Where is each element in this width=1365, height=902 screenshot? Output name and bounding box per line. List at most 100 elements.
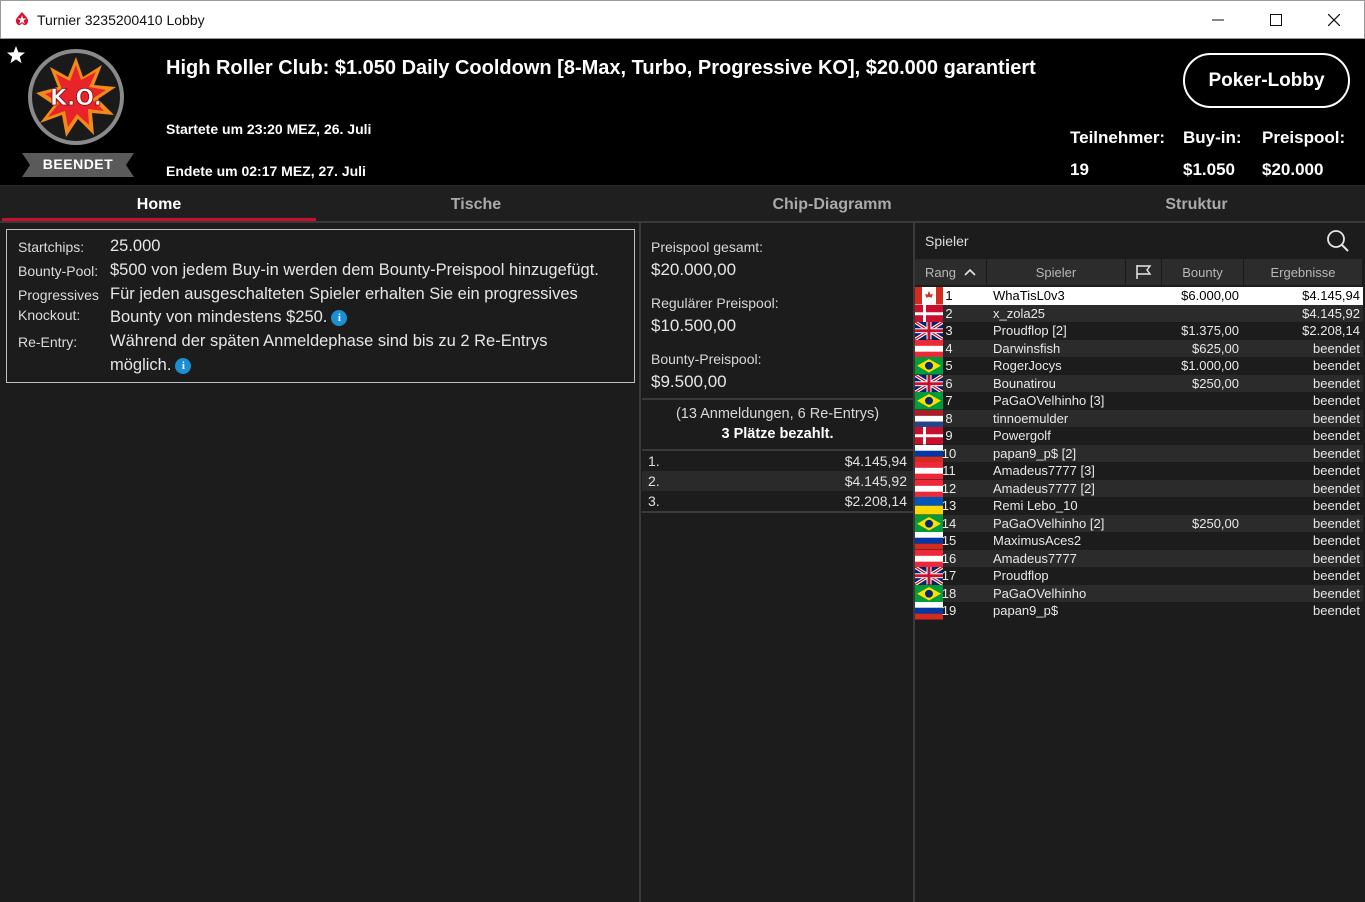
column-bounty[interactable]: Bounty (1162, 259, 1244, 285)
prizepool-regular-label: Regulärer Preispool: (651, 295, 779, 311)
player-result: $4.145,92 (1302, 305, 1360, 321)
player-row[interactable]: 5 RogerJocys $1.000,00 beendet (915, 357, 1363, 375)
player-rank: 12 (941, 480, 957, 496)
tournament-info-box: Startchips: 25.000 Bounty-Pool: $500 von… (6, 229, 635, 383)
participants-label: Teilnehmer: (1070, 128, 1166, 147)
pko-value-line2: Bounty von mindestens $250. i (110, 308, 348, 327)
player-row[interactable]: 18 PaGaOVelhinho beendet (915, 584, 1363, 602)
column-rank-label: Rang (924, 264, 957, 280)
info-icon[interactable]: i (331, 310, 348, 326)
payout-bottom-separator (642, 511, 913, 513)
player-row[interactable]: 6 Bounatirou $250,00 beendet (914, 373, 1363, 394)
paid-places: 3 Plätze bezahlt. (721, 426, 834, 442)
maximize-button[interactable] (1247, 1, 1305, 39)
player-result: beendet (1313, 410, 1360, 426)
payout-row: 1. $4.145,94 (642, 451, 913, 471)
player-row[interactable]: 16 Amadeus7777 beendet (915, 549, 1363, 567)
player-row[interactable]: 12 Amadeus7777 [2] beendet (915, 479, 1363, 497)
player-row[interactable]: 10 papan9_p$ [2] beendet (915, 444, 1363, 462)
reentry-value-text: möglich. (110, 356, 172, 374)
entries-summary: (13 Anmeldungen, 6 Re-Entrys) (675, 406, 880, 422)
reentry-label: Re-Entry: (18, 334, 78, 350)
player-row[interactable]: 11 Amadeus7777 [3] beendet (915, 462, 1363, 480)
tab-chip-chart[interactable]: Chip-Diagramm (636, 186, 1028, 224)
flag-column-icon (1135, 265, 1151, 279)
player-rank: 15 (941, 533, 957, 548)
player-result: beendet (1313, 375, 1360, 391)
maximize-icon (1270, 14, 1282, 26)
column-rank[interactable]: Rang (915, 259, 987, 285)
player-name: Amadeus7777 [2] (993, 480, 1095, 496)
participants-value: 19 (1070, 160, 1089, 179)
payout-row: 3. $2.208,14 (642, 491, 913, 511)
column-result[interactable]: Ergebnisse (1244, 259, 1363, 285)
player-result: beendet (1313, 358, 1360, 373)
player-rank: 3 (945, 323, 953, 338)
player-rank: 6 (945, 375, 953, 391)
logo-text: K.O. (50, 86, 102, 111)
player-result: $4.145,94 (1302, 288, 1360, 303)
minimize-button[interactable] (1189, 1, 1247, 39)
player-result: beendet (1313, 585, 1360, 601)
players-title: Spieler (925, 233, 969, 249)
player-row[interactable]: 1 WhaTisL0v3 $6.000,00 $4.145,94 (915, 287, 1363, 305)
player-bounty: $1.375,00 (1181, 323, 1239, 338)
player-name: x_zola25 (993, 305, 1046, 321)
player-row[interactable]: 9 Powergolf beendet (915, 427, 1363, 445)
player-row[interactable]: 2 x_zola25 $4.145,92 (915, 304, 1363, 322)
info-icon[interactable]: i (175, 358, 192, 374)
player-row[interactable]: 15 MaximusAces2 beendet (915, 532, 1363, 550)
prizepool-total-label: Preispool gesamt: (651, 239, 764, 255)
player-name: PaGaOVelhinho [2] (993, 515, 1105, 531)
player-result: beendet (1313, 340, 1360, 356)
tab-structure[interactable]: Struktur (1030, 186, 1363, 224)
player-rank: 7 (945, 393, 953, 408)
payout-position: 2. (648, 473, 660, 489)
player-rank: 13 (941, 498, 957, 513)
player-row[interactable]: 7 PaGaOVelhinho [3] beendet (915, 392, 1363, 410)
payout-position: 3. (648, 493, 660, 509)
column-player[interactable]: Spieler (987, 259, 1126, 285)
player-bounty: $250,00 (1192, 515, 1239, 531)
players-header: Spieler (915, 223, 1365, 259)
player-name: Amadeus7777 (993, 550, 1077, 566)
favorite-star-icon[interactable] (6, 45, 26, 65)
reentry-value-line2: möglich. i (110, 356, 192, 375)
payout-amount: $4.145,92 (844, 473, 907, 489)
payout-position: 1. (648, 453, 660, 469)
poker-lobby-button[interactable]: Poker-Lobby (1183, 53, 1350, 108)
player-result: beendet (1313, 463, 1360, 478)
status-badge: BEENDET (22, 153, 134, 177)
pko-label-line1: Progressives (18, 287, 99, 303)
player-result: beendet (1313, 498, 1360, 513)
player-row[interactable]: 3 Proudflop [2] $1.375,00 $2.208,14 (914, 320, 1363, 341)
knockout-logo-icon: K.O. (28, 49, 124, 145)
player-result: beendet (1313, 393, 1360, 408)
player-name: PaGaOVelhinho (993, 585, 1087, 601)
player-rank: 17 (941, 568, 957, 583)
player-row[interactable]: 13 Remi Lebo_10 beendet (915, 497, 1363, 515)
tab-tables[interactable]: Tische (318, 186, 634, 224)
player-rank: 4 (945, 340, 953, 356)
player-rank: 14 (941, 515, 957, 531)
player-row[interactable]: 17 Proudflop beendet (914, 565, 1363, 586)
payout-row: 2. $4.145,92 (642, 471, 913, 491)
player-rank: 2 (945, 305, 953, 321)
close-button[interactable] (1305, 1, 1363, 39)
tournament-header: K.O. BEENDET High Roller Club: $1.050 Da… (0, 39, 1365, 185)
player-row[interactable]: 4 Darwinsfish $625,00 beendet (915, 339, 1363, 357)
player-row[interactable]: 14 PaGaOVelhinho [2] $250,00 beendet (915, 514, 1363, 532)
player-row[interactable]: 19 papan9_p$ beendet (915, 602, 1363, 620)
player-rank: 9 (945, 428, 953, 443)
player-result: beendet (1313, 603, 1360, 618)
column-country[interactable] (1126, 259, 1162, 285)
player-rank: 19 (941, 603, 957, 618)
search-icon[interactable] (1326, 229, 1350, 253)
player-result: beendet (1313, 515, 1360, 531)
minimize-icon (1212, 19, 1224, 21)
pokerstars-logo-icon (15, 12, 29, 26)
player-rank: 1 (945, 288, 953, 303)
prizepool-bounty-value: $9.500,00 (651, 372, 727, 391)
player-row[interactable]: 8 tinnoemulder beendet (915, 409, 1363, 427)
buyin-value: $1.050 (1183, 160, 1235, 179)
